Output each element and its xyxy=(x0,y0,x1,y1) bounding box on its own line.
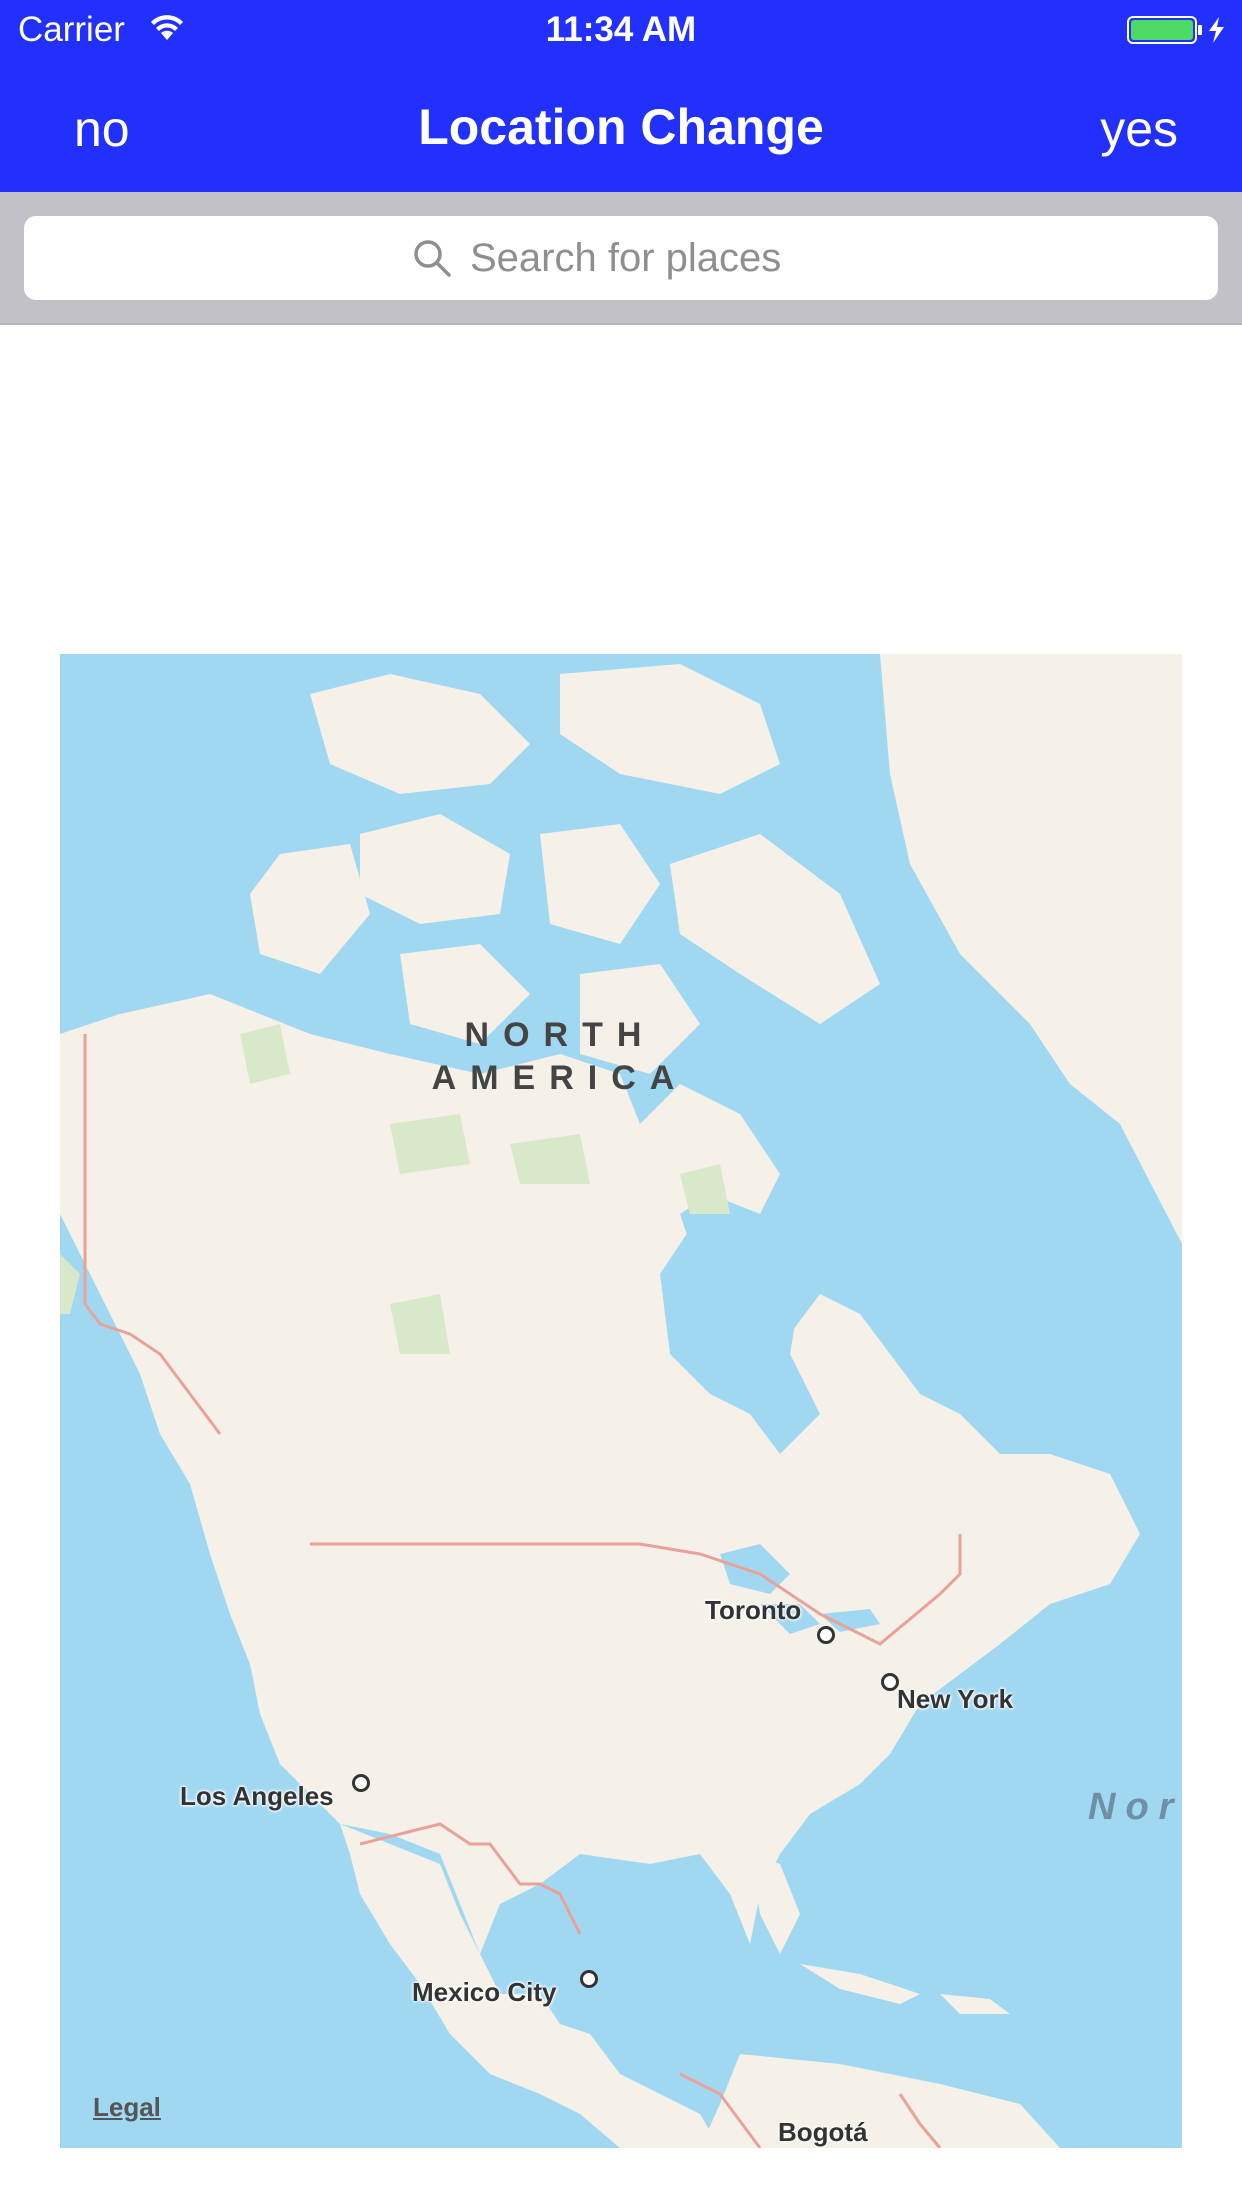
navigation-bar: no Location Change yes xyxy=(0,62,1242,192)
city-marker-los-angeles[interactable] xyxy=(352,1774,370,1792)
search-bar xyxy=(0,192,1242,324)
city-marker-toronto[interactable] xyxy=(817,1626,835,1644)
status-time: 11:34 AM xyxy=(545,10,697,49)
city-label-los-angeles: Los Angeles xyxy=(180,1781,334,1811)
legal-link[interactable]: Legal xyxy=(93,2092,161,2123)
city-marker-mexico-city[interactable] xyxy=(580,1970,598,1988)
search-divider xyxy=(0,323,1242,325)
city-label-mexico-city: Mexico City xyxy=(412,1977,557,2007)
search-input[interactable] xyxy=(470,235,830,281)
city-label-bogota: Bogotá xyxy=(778,2117,868,2147)
ocean-label: Nor xyxy=(1088,1786,1182,1828)
search-icon xyxy=(414,240,451,277)
search-field-container[interactable] xyxy=(24,216,1218,300)
region-label-line-2: AMERICA xyxy=(431,1059,689,1097)
yes-button[interactable]: yes xyxy=(1100,100,1178,158)
region-label-north-america: NORTH AMERICA xyxy=(360,1016,760,1098)
city-marker-new-york[interactable] xyxy=(881,1673,899,1691)
battery-icon xyxy=(1127,15,1229,50)
page-title: Location Change xyxy=(418,99,824,155)
map-view[interactable]: NORTH AMERICA Nor Toronto New York Los A… xyxy=(60,654,1182,2148)
status-bar: Carrier 11:34 AM xyxy=(0,0,1242,62)
region-label-line-1: NORTH xyxy=(464,1016,656,1054)
city-label-toronto: Toronto xyxy=(705,1595,802,1625)
city-label-new-york: New York xyxy=(897,1684,1014,1714)
map-landmass xyxy=(60,654,1182,2148)
